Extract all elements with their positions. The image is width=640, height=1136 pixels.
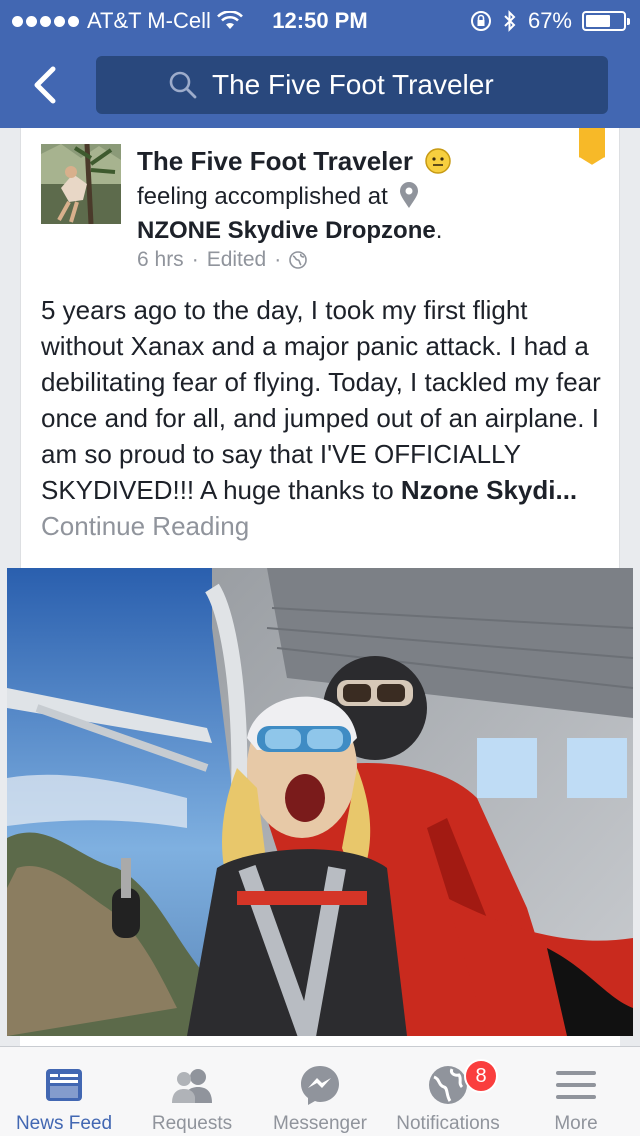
tab-notifications[interactable]: 8 Notifications — [384, 1047, 512, 1136]
tab-label: More — [554, 1113, 598, 1134]
mention-link[interactable]: Nzone Skydi — [401, 475, 556, 505]
orientation-lock-icon — [470, 11, 491, 31]
tab-messenger[interactable]: Messenger — [256, 1047, 384, 1136]
tab-more[interactable]: More — [512, 1047, 640, 1136]
post-photo[interactable] — [7, 568, 633, 1036]
tab-label: Messenger — [273, 1113, 367, 1134]
post-time[interactable]: 6 hrs — [137, 248, 184, 272]
chevron-left-icon — [34, 66, 56, 104]
place-suffix: . — [435, 217, 443, 244]
friend-requests-icon — [172, 1069, 212, 1103]
news-feed-icon — [46, 1069, 82, 1101]
bluetooth-icon — [504, 10, 516, 32]
globe-privacy-icon — [289, 251, 308, 269]
tab-label: Requests — [151, 1113, 233, 1134]
app-header: AT&T M-Cell 12:50 PM 67% The Five Foot T… — [0, 0, 640, 128]
back-button[interactable] — [20, 60, 70, 110]
tab-bar: News Feed Requests Messenger 8 Notificat… — [0, 1046, 640, 1136]
tab-label: Notifications — [396, 1113, 500, 1134]
messenger-icon — [301, 1066, 339, 1105]
meta-separator: · — [191, 248, 199, 271]
next-feed-card — [20, 1036, 620, 1046]
battery-level — [586, 15, 610, 27]
search-icon — [169, 71, 197, 99]
post-meta: 6 hrs · Edited · — [137, 248, 308, 272]
author-avatar[interactable] — [41, 144, 121, 224]
post-header: The Five Foot Traveler feeling accomplis… — [137, 144, 567, 248]
post-feeling: feeling accomplished at — [137, 183, 388, 210]
post-text: 5 years ago to the day, I took my first … — [41, 292, 605, 544]
post-ellipsis: ... — [555, 475, 578, 505]
post-body-text: 5 years ago to the day, I took my first … — [41, 295, 601, 505]
battery-percent: 67% — [527, 8, 572, 33]
feeling-emoji-icon — [424, 148, 451, 174]
location-pin-icon — [399, 182, 418, 208]
status-right: 67% — [470, 8, 630, 34]
notification-badge: 8 — [464, 1059, 498, 1093]
status-bar: AT&T M-Cell 12:50 PM 67% — [0, 0, 640, 40]
meta-separator-2: · — [274, 248, 282, 271]
search-text: The Five Foot Traveler — [212, 69, 494, 100]
feed-post: The Five Foot Traveler feeling accomplis… — [20, 128, 620, 568]
menu-icon — [556, 1071, 596, 1099]
post-edited[interactable]: Edited — [207, 248, 267, 272]
bookmark-icon[interactable] — [577, 128, 607, 168]
continue-reading-link[interactable]: Continue Reading — [41, 511, 249, 541]
post-author[interactable]: The Five Foot Traveler — [137, 146, 413, 176]
tab-news-feed[interactable]: News Feed — [0, 1047, 128, 1136]
post-place[interactable]: NZONE Skydive Dropzone — [137, 217, 436, 244]
search-bar[interactable]: The Five Foot Traveler — [96, 56, 608, 114]
battery-icon — [582, 11, 630, 31]
tab-requests[interactable]: Requests — [128, 1047, 256, 1136]
globe-icon — [429, 1066, 467, 1104]
tab-label: News Feed — [15, 1113, 113, 1134]
